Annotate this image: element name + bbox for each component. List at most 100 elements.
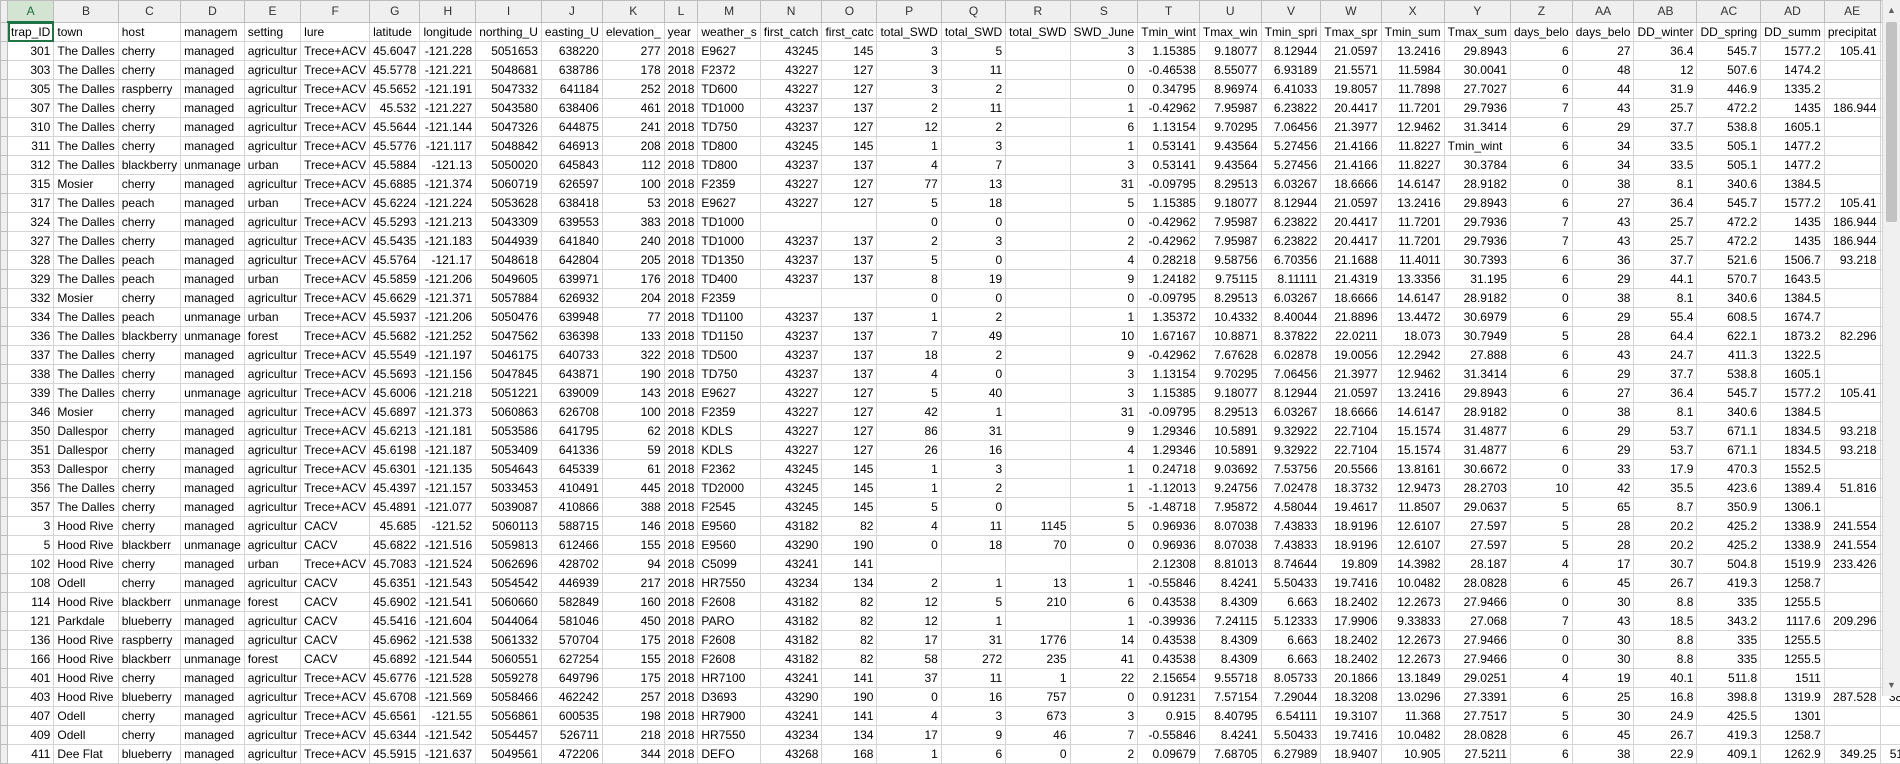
cell[interactable]: -121.191 <box>420 80 476 99</box>
cell[interactable]: 1 <box>1070 479 1138 498</box>
cell[interactable]: 1577.2 <box>1761 42 1825 61</box>
column-header-AC[interactable]: AC <box>1697 1 1761 23</box>
cell[interactable]: 5049605 <box>476 270 542 289</box>
cell[interactable]: 45.5776 <box>370 137 420 156</box>
cell[interactable]: 0.53141 <box>1138 156 1200 175</box>
cell[interactable] <box>1824 726 1880 745</box>
cell[interactable]: 6 <box>1511 308 1573 327</box>
cell[interactable]: 1.29346 <box>1138 441 1200 460</box>
cell[interactable]: 93.218 <box>1824 441 1880 460</box>
cell[interactable]: -121.224 <box>420 194 476 213</box>
cell[interactable]: 175 <box>602 669 664 688</box>
cell[interactable]: blueberry <box>118 688 180 707</box>
cell[interactable]: 43237 <box>760 156 822 175</box>
cell[interactable]: 28.187 <box>1444 555 1510 574</box>
cell[interactable]: 2018 <box>664 308 698 327</box>
cell[interactable]: 29 <box>1572 308 1634 327</box>
cell[interactable]: 1.67167 <box>1138 327 1200 346</box>
cell[interactable]: 6.663 <box>1261 631 1321 650</box>
cell[interactable]: 43237 <box>760 232 822 251</box>
cell[interactable]: 18.2402 <box>1321 631 1381 650</box>
row-header[interactable] <box>1 555 8 574</box>
cell[interactable]: 22.0211 <box>1321 327 1381 346</box>
cell[interactable]: 210 <box>1006 593 1070 612</box>
cell[interactable]: Parkdale <box>54 612 118 631</box>
cell[interactable]: 545.7 <box>1697 42 1761 61</box>
cell[interactable]: 0 <box>1070 61 1138 80</box>
cell[interactable]: 45.5682 <box>370 327 420 346</box>
cell[interactable]: forest <box>244 593 300 612</box>
cell[interactable]: 0.34795 <box>1138 80 1200 99</box>
cell[interactable]: 43227 <box>760 194 822 213</box>
cell[interactable]: 337 <box>8 346 54 365</box>
cell[interactable]: 507.6 <box>1697 61 1761 80</box>
cell[interactable]: -121.538 <box>420 631 476 650</box>
cell[interactable] <box>1006 479 1070 498</box>
cell[interactable]: 43 <box>1572 346 1634 365</box>
cell[interactable]: 43241 <box>760 707 822 726</box>
cell[interactable]: -0.09795 <box>1138 403 1200 422</box>
cell[interactable]: 7.67628 <box>1199 346 1261 365</box>
cell[interactable] <box>1880 726 1900 745</box>
cell[interactable]: 5 <box>1511 707 1573 726</box>
cell[interactable]: 45.4891 <box>370 498 420 517</box>
cell[interactable] <box>1006 441 1070 460</box>
cell[interactable]: urban <box>244 194 300 213</box>
cell[interactable]: TD750 <box>698 365 760 384</box>
cell[interactable]: 2018 <box>664 460 698 479</box>
cell[interactable]: 335 <box>1697 593 1761 612</box>
cell[interactable]: agricultur <box>244 80 300 99</box>
row-header[interactable] <box>1 289 8 308</box>
cell[interactable]: 9.33833 <box>1381 612 1444 631</box>
cell[interactable]: 511.8 <box>1697 669 1761 688</box>
cell[interactable]: 2018 <box>664 80 698 99</box>
cell[interactable]: The Dalles <box>54 213 118 232</box>
cell[interactable]: 425.2 <box>1697 536 1761 555</box>
cell[interactable]: 1 <box>1070 574 1138 593</box>
cell[interactable]: 37.7 <box>1634 365 1697 384</box>
row-header[interactable] <box>1 593 8 612</box>
cell[interactable]: agricultur <box>244 422 300 441</box>
cell[interactable]: 8.07038 <box>1199 517 1261 536</box>
cell[interactable]: 18.2402 <box>1321 650 1381 669</box>
cell[interactable] <box>1006 118 1070 137</box>
column-header-W[interactable]: W <box>1321 1 1381 23</box>
cell[interactable]: 2018 <box>664 99 698 118</box>
cell[interactable]: 127 <box>822 422 877 441</box>
cell[interactable]: 461 <box>602 99 664 118</box>
cell[interactable]: 5057884 <box>476 289 542 308</box>
cell[interactable]: agricultur <box>244 536 300 555</box>
cell[interactable]: 7.95987 <box>1199 213 1261 232</box>
cell[interactable]: 43245 <box>760 137 822 156</box>
cell[interactable] <box>941 555 1005 574</box>
cell[interactable]: 9 <box>941 726 1005 745</box>
cell[interactable]: 5059813 <box>476 536 542 555</box>
cell[interactable]: 11 <box>941 61 1005 80</box>
cell[interactable]: TD750 <box>698 118 760 137</box>
cell[interactable]: agricultur <box>244 517 300 536</box>
cell[interactable]: 31.3414 <box>1444 118 1510 137</box>
cell[interactable]: 86 <box>877 422 941 441</box>
cell[interactable]: -121.17 <box>420 251 476 270</box>
cell[interactable]: 62 <box>602 422 664 441</box>
cell[interactable]: agricultur <box>244 365 300 384</box>
cell[interactable]: 1 <box>1070 612 1138 631</box>
header-cell[interactable]: Tmin_sum <box>1381 22 1444 42</box>
cell[interactable]: 332 <box>8 289 54 308</box>
cell[interactable]: 5 <box>877 194 941 213</box>
cell[interactable]: -0.46538 <box>1138 61 1200 80</box>
cell[interactable]: managed <box>181 61 245 80</box>
cell[interactable]: 25 <box>1572 688 1634 707</box>
cell[interactable]: 0 <box>941 498 1005 517</box>
cell[interactable]: Trece+ACV <box>301 498 370 517</box>
cell[interactable]: KDLS <box>698 441 760 460</box>
cell[interactable]: blueberry <box>118 745 180 764</box>
cell[interactable]: 59 <box>602 441 664 460</box>
row-header[interactable] <box>1 232 8 251</box>
cell[interactable]: 5047332 <box>476 80 542 99</box>
cell[interactable]: 5054643 <box>476 460 542 479</box>
cell[interactable]: 10.5891 <box>1199 441 1261 460</box>
cell[interactable]: The Dalles <box>54 498 118 517</box>
header-cell[interactable]: precipitat <box>1824 22 1880 42</box>
cell[interactable]: 6 <box>941 745 1005 764</box>
